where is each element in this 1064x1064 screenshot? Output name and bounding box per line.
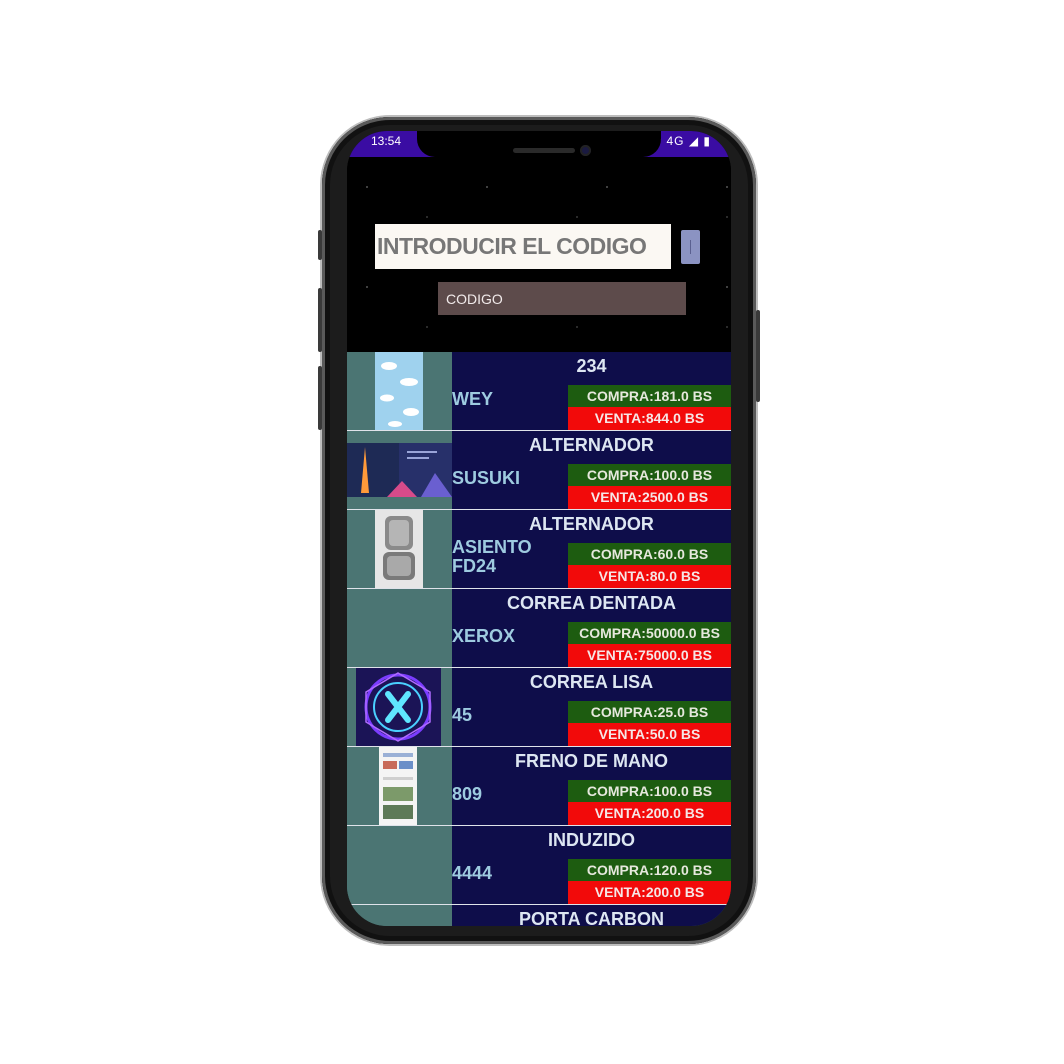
venta-price: VENTA:200.0 BS	[568, 881, 731, 904]
product-name: INDUZIDO	[548, 830, 635, 850]
app-screen: 13:54 ▾ 4G ◢ ▮ INTRODUCIR EL CODIGO	[347, 131, 731, 926]
compra-price: COMPRA:100.0 BS	[568, 464, 731, 486]
product-code: 4444	[452, 863, 493, 883]
product-list[interactable]: 234 WEY COMPRA:181.0 BS VENTA:844.0 BS A…	[347, 352, 731, 926]
product-info: CORREA LISA 45 COMPRA:25.0 BS VENTA:50.0…	[452, 668, 731, 746]
status-time: 13:54	[371, 134, 402, 148]
product-thumbnail-column	[347, 826, 452, 904]
venta-price: VENTA:200.0 BS	[568, 802, 731, 825]
product-info: FRENO DE MANO 809 COMPRA:100.0 BS VENTA:…	[452, 747, 731, 825]
product-image	[375, 352, 423, 430]
product-info: INDUZIDO 4444 COMPRA:120.0 BS VENTA:200.…	[452, 826, 731, 904]
status-bar: 13:54 ▾ 4G ◢ ▮	[347, 131, 731, 157]
product-row[interactable]: ALTERNADOR ASIENTO FD24 COMPRA:60.0 BS V…	[347, 510, 731, 589]
product-code: WEY	[452, 389, 494, 409]
product-info: CORREA DENTADA XEROX COMPRA:50000.0 BS V…	[452, 589, 731, 667]
venta-price: VENTA:844.0 BS	[568, 407, 731, 430]
product-info: 234 WEY COMPRA:181.0 BS VENTA:844.0 BS	[452, 352, 731, 430]
search-header: INTRODUCIR EL CODIGO	[347, 157, 731, 352]
product-thumbnail-column	[347, 589, 452, 667]
product-row[interactable]: CORREA LISA 45 COMPRA:25.0 BS VENTA:50.0…	[347, 668, 731, 747]
compra-price: COMPRA:120.0 BS	[568, 859, 731, 881]
venta-price: VENTA:80.0 BS	[568, 565, 731, 588]
product-code: 809	[452, 784, 483, 804]
product-image	[379, 747, 417, 825]
product-thumbnail-column	[347, 905, 452, 926]
notch	[417, 131, 661, 157]
search-button[interactable]	[681, 230, 700, 264]
venta-price: VENTA:2500.0 BS	[568, 486, 731, 509]
product-thumbnail-column	[347, 668, 452, 746]
product-name: ALTERNADOR	[529, 435, 654, 455]
earpiece-speaker	[513, 148, 575, 153]
product-name: CORREA DENTADA	[507, 593, 676, 613]
product-code: SUSUKI	[452, 468, 521, 488]
product-info: ALTERNADOR SUSUKI COMPRA:100.0 BS VENTA:…	[452, 431, 731, 509]
product-image	[347, 443, 452, 497]
product-name: PORTA CARBON	[519, 909, 664, 926]
code-input[interactable]	[438, 282, 686, 315]
product-name: 234	[576, 356, 607, 376]
product-thumbnail-column	[347, 747, 452, 825]
product-row[interactable]: INDUZIDO 4444 COMPRA:120.0 BS VENTA:200.…	[347, 826, 731, 905]
compra-price: COMPRA:100.0 BS	[568, 780, 731, 802]
product-code: XEROX	[452, 626, 516, 646]
product-thumbnail-column	[347, 510, 452, 588]
product-row[interactable]: CORREA DENTADA XEROX COMPRA:50000.0 BS V…	[347, 589, 731, 668]
status-network-icon: ▾ 4G ◢ ▮	[655, 134, 711, 148]
product-info: ALTERNADOR ASIENTO FD24 COMPRA:60.0 BS V…	[452, 510, 731, 588]
compra-price: COMPRA:50000.0 BS	[568, 622, 731, 644]
product-row[interactable]: ALTERNADOR SUSUKI COMPRA:100.0 BS VENTA:…	[347, 431, 731, 510]
venta-price: VENTA:75000.0 BS	[568, 644, 731, 667]
product-info: PORTA CARBON	[452, 905, 731, 926]
venta-price: VENTA:50.0 BS	[568, 723, 731, 746]
status-network: 4G	[666, 134, 685, 148]
product-thumbnail-column	[347, 431, 452, 509]
phone-power-button	[756, 310, 760, 402]
product-code: ASIENTO FD24	[452, 537, 532, 576]
compra-price: COMPRA:60.0 BS	[568, 543, 731, 565]
phone-side-button	[318, 230, 322, 260]
compra-price: COMPRA:25.0 BS	[568, 701, 731, 723]
product-name: FRENO DE MANO	[515, 751, 668, 771]
phone-volume-up-button	[318, 288, 322, 352]
product-row[interactable]: PORTA CARBON	[347, 905, 731, 926]
product-row[interactable]: FRENO DE MANO 809 COMPRA:100.0 BS VENTA:…	[347, 747, 731, 826]
product-thumbnail-column	[347, 352, 452, 430]
product-row[interactable]: 234 WEY COMPRA:181.0 BS VENTA:844.0 BS	[347, 352, 731, 431]
product-image	[375, 510, 423, 588]
product-image	[356, 668, 441, 746]
product-name: CORREA LISA	[529, 672, 654, 692]
product-code: 45	[452, 705, 473, 725]
front-camera	[580, 145, 591, 156]
phone-volume-down-button	[318, 366, 322, 430]
product-name: ALTERNADOR	[529, 514, 654, 534]
compra-price: COMPRA:181.0 BS	[568, 385, 731, 407]
code-label: INTRODUCIR EL CODIGO	[375, 224, 671, 269]
